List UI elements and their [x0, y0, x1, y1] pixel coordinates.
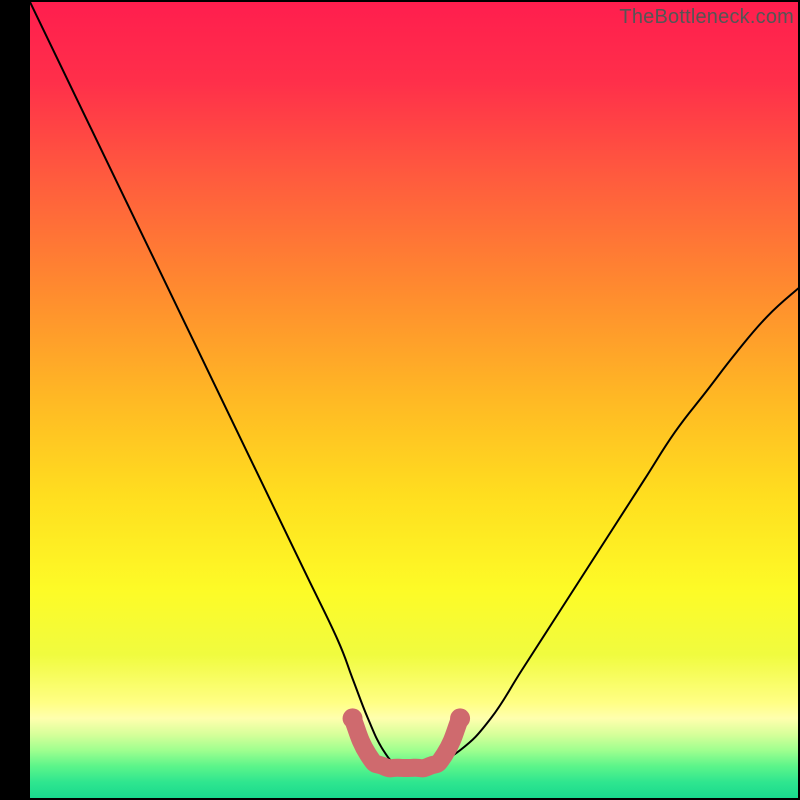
chart-svg	[30, 2, 798, 798]
optimal-range-endpoint	[343, 708, 363, 728]
optimal-range-endpoint	[450, 708, 470, 728]
plot-area	[30, 2, 798, 798]
watermark-text: TheBottleneck.com	[619, 6, 794, 29]
chart-stage: TheBottleneck.com	[0, 0, 800, 800]
gradient-background	[30, 2, 798, 798]
